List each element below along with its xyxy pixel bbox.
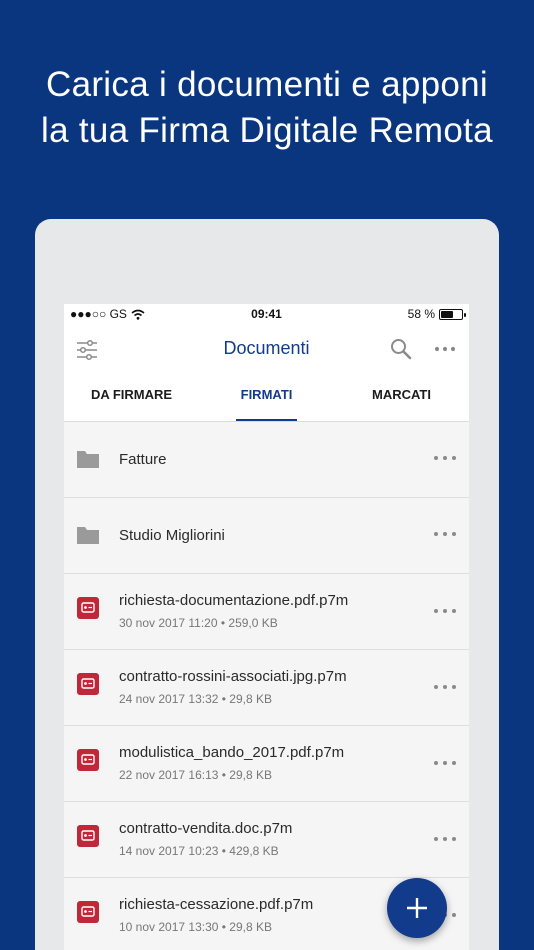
plus-icon [407,898,427,918]
item-name: Studio Migliorini [119,527,225,544]
row-more-icon[interactable] [433,835,457,843]
promo-headline: Carica i documenti e apponi la tua Firma… [0,62,534,154]
item-name: contratto-rossini-associati.jpg.p7m [119,668,347,685]
row-more-icon[interactable] [433,454,457,462]
item-meta: 22 nov 2017 16:13 • 29,8 KB [119,768,272,782]
document-list: Fatture Studio Migliorini richiesta-docume… [64,422,469,950]
folder-item[interactable]: Fatture [64,422,469,498]
headline-line-2: la tua Firma Digitale Remota [41,111,493,150]
signed-file-icon [77,901,99,923]
tab-da-firmare[interactable]: DA FIRMARE [64,374,199,421]
item-meta: 24 nov 2017 13:32 • 29,8 KB [119,692,272,706]
folder-item[interactable]: Studio Migliorini [64,498,469,574]
file-item[interactable]: richiesta-documentazione.pdf.p7m 30 nov 2… [64,574,469,650]
row-more-icon[interactable] [433,759,457,767]
signed-file-icon [77,749,99,771]
item-name: Fatture [119,451,167,468]
item-meta: 30 nov 2017 11:20 • 259,0 KB [119,616,278,630]
row-more-icon[interactable] [433,530,457,538]
add-document-button[interactable] [387,878,447,938]
app-header: Documenti [64,324,469,374]
battery-level [441,310,453,318]
headline-line-1: Carica i documenti e apponi [46,65,488,104]
file-item[interactable]: modulistica_bando_2017.pdf.p7m 22 nov 201… [64,726,469,802]
battery-status: 58 % [407,307,466,321]
file-item[interactable]: contratto-vendita.doc.p7m 14 nov 2017 10:… [64,802,469,878]
row-more-icon[interactable] [433,607,457,615]
item-name: richiesta-cessazione.pdf.p7m [119,896,314,913]
battery-icon [439,308,466,320]
item-meta: 14 nov 2017 10:23 • 429,8 KB [119,844,279,858]
item-meta: 10 nov 2017 13:30 • 29,8 KB [119,920,272,934]
item-name: richiesta-documentazione.pdf.p7m [119,592,349,609]
signed-file-icon [77,825,99,847]
tab-bar: DA FIRMARE FIRMATI MARCATI [64,374,469,422]
item-name: modulistica_bando_2017.pdf.p7m [119,744,345,761]
file-item[interactable]: contratto-rossini-associati.jpg.p7m 24 no… [64,650,469,726]
signed-file-icon [77,597,99,619]
search-icon[interactable] [389,337,413,361]
item-name: contratto-vendita.doc.p7m [119,820,293,837]
folder-icon [77,451,99,468]
signed-file-icon [77,673,99,695]
tab-marcati[interactable]: MARCATI [334,374,469,421]
app-screen: ●●●○○ GS 09:41 58 % Documenti DA FIRMARE… [64,304,469,950]
battery-percent: 58 % [407,307,435,321]
row-more-icon[interactable] [433,683,457,691]
tab-firmati[interactable]: FIRMATI [199,374,334,421]
folder-icon [77,527,99,544]
status-bar: ●●●○○ GS 09:41 58 % [64,304,469,324]
more-icon[interactable] [433,338,457,360]
